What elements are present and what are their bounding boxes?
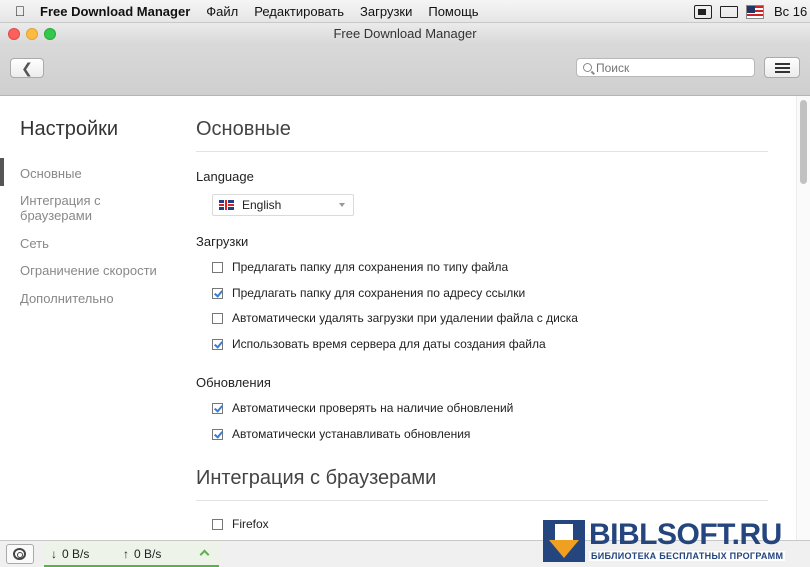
- window-title: Free Download Manager: [333, 26, 477, 41]
- menu-file[interactable]: Файл: [206, 4, 238, 19]
- checkbox[interactable]: [212, 261, 223, 273]
- option-label: Firefox: [232, 517, 269, 531]
- hamburger-icon: [775, 63, 790, 73]
- minimize-window-icon[interactable]: [26, 28, 38, 40]
- sidebar-item-advanced[interactable]: Дополнительно: [20, 291, 170, 306]
- checkbox[interactable]: [212, 287, 223, 299]
- close-window-icon[interactable]: [8, 28, 20, 40]
- sidebar-item-general[interactable]: Основные: [20, 166, 170, 181]
- search-box[interactable]: [576, 58, 755, 77]
- speed-panel[interactable]: ↓ 0 B/s ↑ 0 B/s: [44, 542, 219, 567]
- sidebar-item-speed-limit[interactable]: Ограничение скорости: [20, 263, 170, 278]
- chevron-up-icon[interactable]: [199, 549, 210, 560]
- language-label: Language: [196, 169, 254, 184]
- option-label: Предлагать папку для сохранения по адрес…: [232, 286, 526, 300]
- option-check-updates[interactable]: Автоматически проверять на наличие обнов…: [212, 401, 513, 415]
- arrow-down-icon: ↓: [51, 547, 57, 561]
- menu-clock[interactable]: Вс 16: [774, 4, 810, 19]
- watermark-title: BIBLSOFT.RU: [589, 518, 782, 551]
- toolbar: ❮: [0, 45, 810, 96]
- scroll-thumb[interactable]: [800, 100, 807, 184]
- option-server-time[interactable]: Использовать время сервера для даты созд…: [212, 337, 546, 351]
- maximize-window-icon[interactable]: [44, 28, 56, 40]
- settings-sidebar: Настройки Основные Интеграция с браузера…: [0, 96, 180, 540]
- section-title-integration: Интеграция с браузерами: [196, 467, 437, 489]
- checkbox[interactable]: [212, 428, 223, 440]
- option-label: Автоматически удалять загрузки при удале…: [232, 311, 578, 325]
- back-button[interactable]: ❮: [10, 58, 44, 78]
- main-menu-button[interactable]: [764, 57, 800, 78]
- apple-icon[interactable]: : [0, 3, 40, 19]
- option-label: Предлагать папку для сохранения по типу …: [232, 260, 509, 274]
- uk-flag-icon: [219, 200, 234, 210]
- checkbox[interactable]: [212, 312, 223, 324]
- upload-speed-value: 0 B/s: [134, 547, 162, 561]
- arrow-up-icon: ↑: [123, 547, 129, 561]
- section-divider: [196, 500, 768, 501]
- language-select[interactable]: English: [212, 194, 354, 216]
- checkbox[interactable]: [212, 338, 223, 350]
- screen-share-icon[interactable]: [694, 4, 712, 19]
- speed-mode-button[interactable]: [6, 544, 34, 564]
- chevron-left-icon: ❮: [21, 59, 33, 76]
- menu-help[interactable]: Помощь: [428, 4, 478, 19]
- checkbox[interactable]: [212, 518, 223, 530]
- language-value: English: [242, 198, 282, 212]
- active-nav-indicator: [0, 158, 4, 186]
- option-install-updates[interactable]: Автоматически устанавливать обновления: [212, 427, 470, 441]
- display-icon[interactable]: [720, 5, 738, 18]
- sidebar-item-network[interactable]: Сеть: [20, 236, 170, 251]
- search-icon: [583, 63, 592, 72]
- menu-downloads[interactable]: Загрузки: [360, 4, 412, 19]
- option-label: Использовать время сервера для даты созд…: [232, 337, 546, 351]
- checkbox[interactable]: [212, 402, 223, 414]
- option-folder-by-type[interactable]: Предлагать папку для сохранения по типу …: [212, 260, 508, 274]
- menu-bar:  Free Download Manager Файл Редактирова…: [0, 0, 810, 23]
- scrollbar[interactable]: [796, 96, 810, 540]
- menu-app-name[interactable]: Free Download Manager: [40, 4, 190, 19]
- snail-icon: [13, 548, 26, 560]
- menu-bar-tray: Вс 16: [686, 0, 810, 23]
- option-folder-by-url[interactable]: Предлагать папку для сохранения по адрес…: [212, 286, 525, 300]
- settings-content: Основные Language English Загрузки Предл…: [180, 96, 796, 540]
- window-titlebar: Free Download Manager: [0, 23, 810, 45]
- downloads-label: Загрузки: [196, 234, 249, 249]
- download-speed-value: 0 B/s: [62, 547, 90, 561]
- option-label: Автоматически устанавливать обновления: [232, 427, 471, 441]
- watermark-logo-icon: [543, 520, 585, 562]
- chevron-down-icon: [339, 203, 345, 207]
- watermark-subtitle: БИБЛИОТЕКА БЕСПЛАТНЫХ ПРОГРАММ: [589, 551, 786, 561]
- option-auto-delete[interactable]: Автоматически удалять загрузки при удале…: [212, 311, 578, 325]
- watermark: BIBLSOFT.RU БИБЛИОТЕКА БЕСПЛАТНЫХ ПРОГРА…: [543, 518, 810, 567]
- updates-label: Обновления: [196, 375, 271, 390]
- option-label: Автоматически проверять на наличие обнов…: [232, 401, 514, 415]
- menu-edit[interactable]: Редактировать: [254, 4, 344, 19]
- search-input[interactable]: [596, 60, 746, 75]
- sidebar-item-browser-integration[interactable]: Интеграция с браузерами: [20, 193, 170, 223]
- sidebar-title: Настройки: [20, 118, 119, 140]
- upload-speed: ↑ 0 B/s: [123, 547, 161, 561]
- section-divider: [196, 151, 768, 152]
- option-firefox[interactable]: Firefox: [212, 517, 269, 531]
- us-flag-icon[interactable]: [746, 4, 764, 19]
- download-speed: ↓ 0 B/s: [51, 547, 89, 561]
- section-title-general: Основные: [196, 118, 291, 140]
